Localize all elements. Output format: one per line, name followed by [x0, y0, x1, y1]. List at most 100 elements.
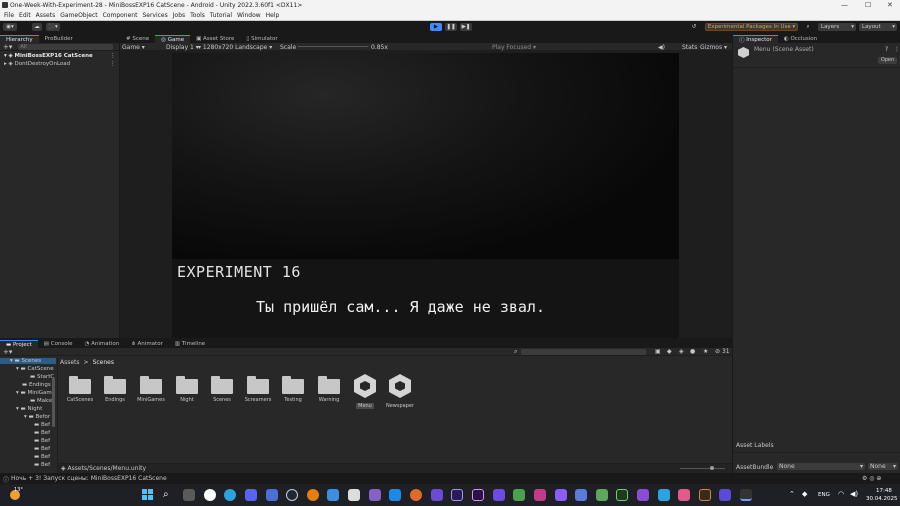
unity-hub-icon[interactable] — [348, 489, 360, 501]
tray-chevron-icon[interactable]: ⌃ — [789, 490, 795, 498]
yandex-icon[interactable] — [204, 489, 216, 501]
asset-labels-header[interactable]: Asset Labels — [736, 442, 774, 449]
asset-item-minigames[interactable]: MiniGames — [135, 376, 167, 403]
favorite-icon[interactable]: ★ — [703, 348, 708, 355]
after-effects-icon[interactable] — [451, 489, 463, 501]
app-icon[interactable] — [555, 489, 567, 501]
minimize-icon[interactable]: — — [841, 1, 848, 9]
play-focused-dropdown[interactable]: Play Focused ▾ — [492, 44, 536, 51]
menu-help[interactable]: Help — [266, 12, 280, 19]
vscode-icon[interactable] — [389, 489, 401, 501]
premiere-icon[interactable] — [472, 489, 484, 501]
tree-item-endings[interactable]: ▬ Endings — [22, 382, 51, 388]
visibility-icon[interactable]: ● — [690, 348, 695, 355]
volume-icon[interactable]: ◀) — [850, 490, 858, 498]
app-icon[interactable] — [699, 489, 711, 501]
asset-item-catscenes[interactable]: CatScenes — [64, 376, 96, 403]
blender-icon[interactable] — [307, 489, 319, 501]
menu-tools[interactable]: Tools — [190, 12, 205, 19]
app-icon[interactable] — [327, 489, 339, 501]
asset-item-endings[interactable]: Endings — [99, 376, 131, 403]
wifi-icon[interactable]: ◠ — [838, 490, 844, 498]
tree-item-catscene[interactable]: ▾ ▬ CatScene — [16, 366, 54, 372]
unity-icon[interactable] — [740, 489, 752, 501]
menu-assets[interactable]: Assets — [36, 12, 56, 19]
history-icon[interactable]: ↺ — [689, 23, 699, 31]
app-icon[interactable] — [410, 489, 422, 501]
tab-occlusion[interactable]: ◐ Occlusion — [778, 35, 823, 43]
asset-item-night[interactable]: Night — [171, 376, 203, 403]
menu-component[interactable]: Component — [103, 12, 138, 19]
discord-icon[interactable] — [245, 489, 257, 501]
tree-item-bef[interactable]: ▬ Bef — [34, 462, 50, 468]
icon-size-knob[interactable] — [710, 466, 714, 470]
add-icon[interactable]: +▾ — [3, 43, 12, 51]
breadcrumb-scenes[interactable]: Scenes — [93, 359, 114, 366]
menu-services[interactable]: Services — [142, 12, 167, 19]
step-button[interactable]: ▶❚ — [460, 23, 472, 31]
add-icon[interactable]: +▾ — [3, 348, 12, 356]
help-icon[interactable]: ? — [885, 46, 888, 53]
tag-icon[interactable]: ◈ — [679, 348, 684, 355]
project-search-input[interactable] — [521, 349, 646, 355]
menu-gameobject[interactable]: GameObject — [60, 12, 97, 19]
breadcrumb-assets[interactable]: Assets — [60, 359, 80, 366]
start-icon[interactable] — [142, 489, 153, 500]
visual-studio-icon[interactable] — [369, 489, 381, 501]
app-icon[interactable] — [658, 489, 670, 501]
files-icon[interactable] — [183, 489, 195, 501]
asset-variant-dropdown[interactable]: None ▾ — [868, 463, 898, 470]
tree-item-startc[interactable]: ▬ StartC — [30, 374, 54, 380]
tab-animation[interactable]: ◔ Animation — [79, 340, 126, 348]
layers-dropdown[interactable]: Layers ▾ — [818, 23, 856, 31]
pause-button[interactable]: ❚❚ — [445, 23, 457, 31]
asset-bundle-dropdown[interactable]: None ▾ — [777, 463, 865, 470]
more-icon[interactable]: ⋮ — [110, 61, 116, 67]
clock-date[interactable]: 30.04.2025 — [866, 496, 898, 502]
asset-item-newspaper[interactable]: Newspaper — [384, 374, 416, 409]
app-icon[interactable] — [513, 489, 525, 501]
menu-edit[interactable]: Edit — [19, 12, 31, 19]
tab-asset-store[interactable]: ▣ Asset Store — [190, 35, 240, 43]
tree-item-bef[interactable]: ▬ Bef — [34, 446, 50, 452]
menu-window[interactable]: Window — [237, 12, 261, 19]
app-icon[interactable] — [534, 489, 546, 501]
tree-item-bef[interactable]: ▬ Bef — [34, 430, 50, 436]
tab-timeline[interactable]: ▥ Timeline — [169, 340, 211, 348]
asset-item-warning[interactable]: Warning — [313, 376, 345, 403]
menu-tutorial[interactable]: Tutorial — [210, 12, 232, 19]
status-message[interactable]: Ночь + 3! Запуск сцены: MiniBossEXP16 Ca… — [11, 475, 167, 482]
asset-item-testing[interactable]: Testing — [277, 376, 309, 403]
game-viewport[interactable]: EXPERIMENT 16 Ты пришёл сам... Я даже не… — [172, 53, 679, 338]
filter-label-icon[interactable]: ◆ — [667, 348, 672, 355]
hierarchy-search-input[interactable]: All — [18, 43, 114, 50]
icon-size-slider[interactable] — [680, 468, 725, 469]
collab-button[interactable]: ⬛▾ — [46, 23, 60, 31]
app-icon[interactable] — [266, 489, 278, 501]
tab-console[interactable]: ▤ Console — [38, 340, 79, 348]
display-dropdown[interactable]: Display 1 ▾ — [166, 44, 199, 51]
gizmos-dropdown[interactable]: Gizmos ▾ — [700, 44, 727, 51]
project-splitter[interactable] — [57, 357, 58, 473]
app-icon[interactable] — [596, 489, 608, 501]
search-icon[interactable]: ⌕ — [163, 489, 175, 501]
tree-item-minigam[interactable]: ▾ ▬ MiniGam — [16, 390, 52, 396]
layout-dropdown[interactable]: Layout ▾ — [859, 23, 897, 31]
maximize-icon[interactable]: ☐ — [865, 1, 871, 9]
asset-item-screamers[interactable]: Screamers — [242, 376, 274, 403]
cloud-icon[interactable]: ☁ — [32, 23, 42, 31]
tab-inspector[interactable]: ⓘ Inspector — [733, 35, 778, 44]
menu-jobs[interactable]: Jobs — [173, 12, 185, 19]
app-icon[interactable] — [719, 489, 731, 501]
clock-time[interactable]: 17:48 — [876, 488, 892, 494]
tab-simulator[interactable]: ▯ Simulator — [240, 35, 283, 43]
app-icon[interactable] — [431, 489, 443, 501]
tree-item-scenes[interactable]: ▾ ▬ Scenes — [0, 358, 56, 364]
tree-item-maksi[interactable]: ▬ Maksi — [30, 398, 53, 404]
open-button[interactable]: Open — [878, 57, 897, 64]
experimental-packages-button[interactable]: Experimental Packages In Use ▾ — [705, 23, 798, 31]
tab-animator[interactable]: ⋔ Animator — [125, 340, 169, 348]
filter-type-icon[interactable]: ▣ — [655, 348, 661, 355]
hierarchy-item-scene[interactable]: ▾ ◈ MiniBossEXP16 CatScene — [4, 53, 93, 59]
app-icon[interactable] — [637, 489, 649, 501]
